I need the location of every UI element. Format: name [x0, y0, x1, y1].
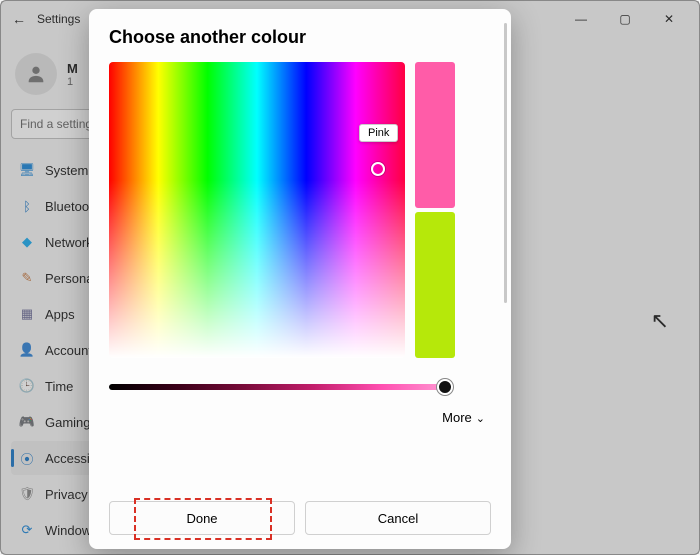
spectrum-cursor[interactable]	[371, 162, 385, 176]
dialog-title: Choose another colour	[109, 27, 491, 48]
bluetooth-icon: ᛒ	[19, 198, 35, 214]
sidebar-item-label: Apps	[45, 307, 75, 322]
more-toggle[interactable]: More⌄	[109, 410, 491, 425]
maximize-button[interactable]: ▢	[603, 4, 647, 34]
value-slider[interactable]	[109, 384, 449, 390]
color-tooltip: Pink	[359, 124, 398, 142]
window-title: Settings	[37, 12, 80, 26]
avatar	[15, 53, 57, 95]
windows update-icon: ⟳	[19, 522, 35, 538]
accessibility-icon: ⦿	[19, 450, 35, 466]
cursor-icon: ↖	[651, 308, 669, 334]
color-picker-dialog: Choose another colour Pink More⌄ Done Ca…	[89, 9, 511, 549]
scrollbar[interactable]	[504, 23, 507, 303]
slider-thumb[interactable]	[437, 379, 453, 395]
gaming-icon: 🎮	[19, 414, 35, 430]
profile-sub: 1	[67, 76, 78, 88]
profile-name: M	[67, 61, 78, 76]
preview-old	[415, 212, 455, 358]
back-icon[interactable]: ←	[9, 11, 29, 27]
privacy-icon: 🛡	[19, 486, 35, 502]
accounts-icon: 👤	[19, 342, 35, 358]
cancel-button[interactable]: Cancel	[305, 501, 491, 535]
color-spectrum[interactable]: Pink	[109, 62, 405, 358]
network-icon: ◆	[19, 234, 35, 250]
sidebar-item-label: System	[45, 163, 88, 178]
sidebar-item-label: Gaming	[45, 415, 91, 430]
close-button[interactable]: ✕	[647, 4, 691, 34]
system-icon: 🖥	[19, 162, 35, 178]
apps-icon: ▦	[19, 306, 35, 322]
sidebar-item-label: Privacy	[45, 487, 88, 502]
minimize-button[interactable]: —	[559, 4, 603, 34]
time-icon: 🕒	[19, 378, 35, 394]
chevron-down-icon: ⌄	[476, 413, 485, 425]
personalization-icon: ✎	[19, 270, 35, 286]
sidebar-item-label: Network	[45, 235, 93, 250]
preview-new	[415, 62, 455, 208]
sidebar-item-label: Time	[45, 379, 73, 394]
done-button[interactable]: Done	[109, 501, 295, 535]
